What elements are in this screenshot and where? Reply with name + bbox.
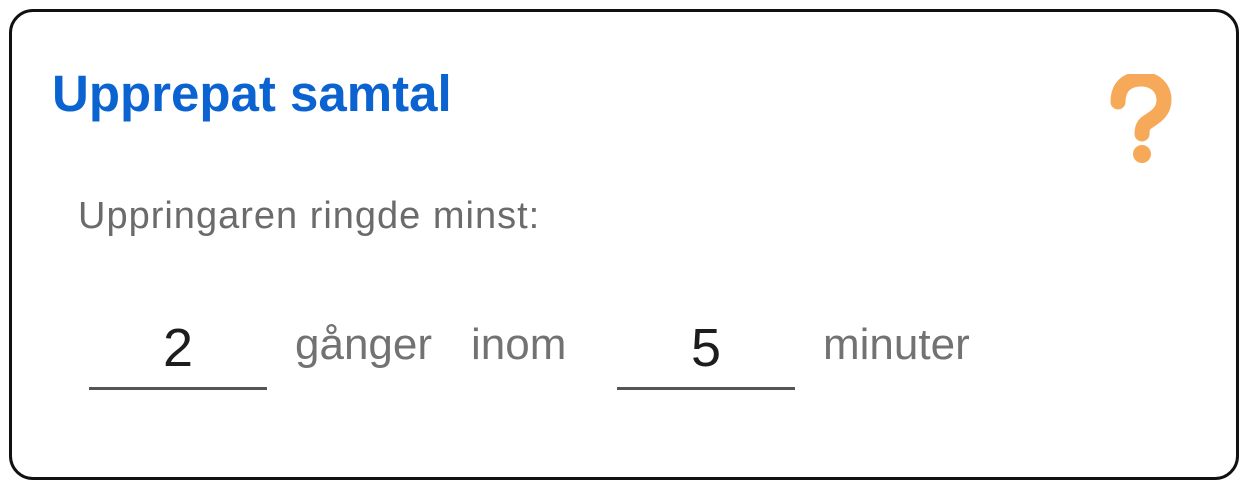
call-count-input[interactable]	[89, 308, 267, 390]
caller-called-at-least-label: Uppringaren ringde minst:	[78, 195, 541, 237]
within-label: inom	[471, 320, 567, 369]
times-label: gånger	[295, 320, 433, 369]
question-mark-icon	[1104, 74, 1174, 164]
minutes-label: minuter	[823, 320, 970, 369]
minutes-input[interactable]	[617, 308, 795, 390]
help-button[interactable]	[1104, 74, 1174, 164]
repeated-call-card: Upprepat samtal Uppringaren ringde minst…	[9, 9, 1239, 480]
card-title: Upprepat samtal	[52, 65, 452, 122]
